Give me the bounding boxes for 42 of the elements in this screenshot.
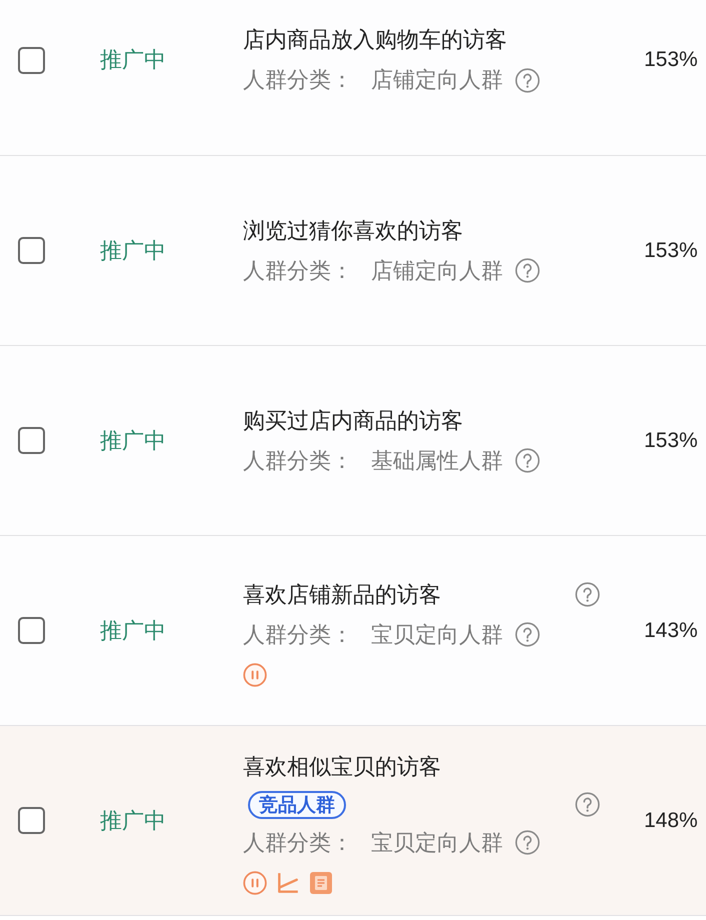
category-value: 宝贝定向人群 [371,622,503,650]
audience-name: 浏览过猜你喜欢的访客 [243,218,463,246]
checkbox[interactable] [18,807,45,834]
line-chart-icon[interactable] [276,870,300,894]
status-text: 推广中 [100,808,166,834]
percentage-text: 153% [644,428,698,452]
pause-icon[interactable] [243,870,267,894]
help-icon[interactable] [515,258,540,283]
percentage-text: 153% [644,48,698,71]
audience-name: 喜欢相似宝贝的访客 [243,754,441,782]
help-icon[interactable] [575,582,600,607]
pause-icon[interactable] [243,662,267,686]
help-icon[interactable] [515,68,540,92]
category-label: 人群分类： [243,258,354,286]
help-icon[interactable] [515,830,540,855]
help-icon[interactable] [575,792,600,817]
category-label: 人群分类： [243,830,354,858]
category-value: 基础属性人群 [371,448,503,476]
status-text: 推广中 [100,428,166,454]
tag-badge: 竞品人群 [248,790,346,818]
category-value: 宝贝定向人群 [371,830,503,858]
audience-name: 店内商品放入购物车的访客 [243,27,507,55]
percentage-text: 143% [644,618,698,642]
checkbox[interactable] [18,617,45,644]
audience-name: 购买过店内商品的访客 [243,408,463,436]
category-value: 店铺定向人群 [371,258,503,286]
status-text: 推广中 [100,48,166,73]
status-text: 推广中 [100,618,166,644]
category-label: 人群分类： [243,448,354,476]
checkbox[interactable] [18,427,45,454]
checkbox[interactable] [18,237,45,264]
category-label: 人群分类： [243,622,354,650]
help-icon[interactable] [515,622,540,647]
status-text: 推广中 [100,238,166,264]
percentage-text: 148% [644,808,698,832]
checkbox[interactable] [18,46,45,74]
category-label: 人群分类： [243,67,354,95]
help-icon[interactable] [515,448,540,473]
audience-name: 喜欢店铺新品的访客 [243,582,441,610]
percentage-text: 153% [644,238,698,262]
document-icon[interactable] [309,870,333,894]
category-value: 店铺定向人群 [371,67,503,95]
